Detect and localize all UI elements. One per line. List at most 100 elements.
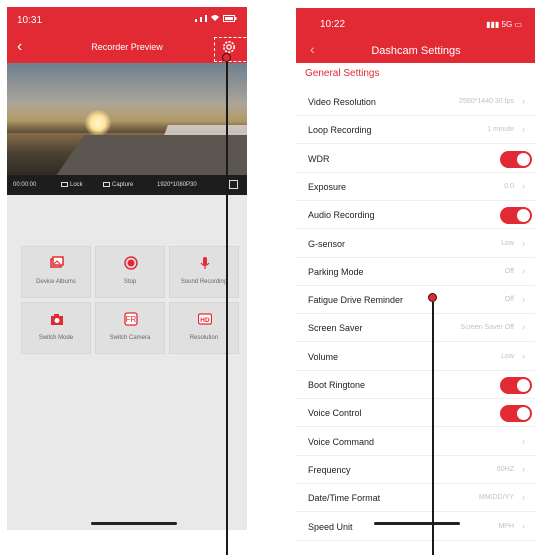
tile-label: Stop	[123, 279, 137, 285]
video-control-bar: 00:00:00 Lock Capture 1920*1080P30	[7, 175, 247, 195]
callout-dot-settings	[222, 53, 231, 62]
dashcam-settings-screen: 10:22 ▮▮▮ 5G ▭ ‹ Dashcam Settings Genera…	[296, 8, 535, 555]
section-title: General Settings	[305, 68, 380, 79]
chevron-right-icon: ›	[522, 294, 525, 305]
chevron-right-icon: ›	[522, 265, 525, 276]
settings-row-loop-recording[interactable]: Loop Recording 1 minute ›	[296, 116, 535, 145]
settings-row-frequency[interactable]: Frequency 60HZ ›	[296, 456, 535, 484]
setting-label: Speed Unit	[308, 521, 353, 532]
setting-value: Low	[501, 239, 514, 247]
setting-label: Loop Recording	[308, 125, 372, 136]
road	[49, 135, 247, 175]
wifi-icon	[211, 15, 219, 21]
battery-icon	[223, 15, 237, 22]
resolution-readout: 1920*1080P30	[157, 182, 197, 188]
toggle-switch[interactable]	[500, 150, 532, 168]
tile-stop[interactable]: Stop	[95, 246, 165, 298]
record-timer: 00:00:00	[13, 182, 37, 188]
setting-label: Voice Control	[308, 408, 362, 419]
signal-wifi-battery-icons	[195, 14, 237, 22]
callout-line-fatigue	[432, 302, 434, 555]
settings-row-exposure[interactable]: Exposure 0.0 ›	[296, 173, 535, 201]
settings-row-video-resolution[interactable]: Video Resolution 2560*1440 30 fps ›	[296, 88, 535, 116]
settings-row-screen-saver[interactable]: Screen Saver Screen Saver Off ›	[296, 314, 535, 343]
lock-button[interactable]: Lock	[61, 182, 83, 188]
tile-switch-camera[interactable]: FR Switch Camera	[95, 302, 165, 354]
lock-icon	[61, 182, 68, 187]
chevron-right-icon: ›	[522, 96, 525, 106]
tile-switch-mode[interactable]: Switch Mode	[21, 302, 91, 354]
header: 10:22 ▮▮▮ 5G ▭ ‹ Dashcam Settings	[296, 8, 535, 63]
setting-value: MM/DD/YY	[479, 494, 514, 502]
camera-icon	[51, 314, 63, 325]
status-bar: 10:31	[7, 7, 247, 33]
fullscreen-icon[interactable]	[229, 180, 238, 189]
settings-row-parking-mode[interactable]: Parking Mode Off ›	[296, 258, 535, 286]
settings-row-voice-control[interactable]: Voice Control	[296, 399, 535, 428]
tile-sound-recording[interactable]: Sound Recording	[169, 246, 239, 298]
settings-row-date-time-format[interactable]: Date/Time Format MM/DD/YY ›	[296, 484, 535, 513]
capture-button[interactable]: Capture	[103, 182, 133, 188]
settings-row-g-sensor[interactable]: G-sensor Low ›	[296, 230, 535, 258]
hd-icon: HD	[198, 313, 212, 325]
setting-label: Video Resolution	[308, 97, 376, 107]
setting-label: Voice Command	[308, 436, 375, 447]
setting-label: Parking Mode	[308, 266, 364, 277]
status-time: 10:22	[320, 19, 346, 30]
setting-value: Off	[504, 267, 514, 275]
tile-device-albums[interactable]: Device Albums	[21, 246, 91, 298]
setting-label: Exposure	[308, 181, 347, 192]
page-title: Recorder Preview	[91, 42, 163, 52]
chevron-right-icon: ›	[522, 435, 525, 446]
settings-row-boot-ringtone[interactable]: Boot Ringtone	[296, 371, 535, 399]
chevron-right-icon: ›	[522, 350, 525, 361]
setting-label: Frequency	[308, 464, 351, 475]
sun-glare	[85, 110, 111, 136]
nav-bar: ‹ Recorder Preview	[7, 33, 247, 63]
callout-line-settings	[226, 62, 228, 555]
mic-icon	[200, 257, 210, 269]
settings-row-speed-unit[interactable]: Speed Unit MPH ›	[296, 513, 535, 541]
status-network: ▮▮▮ 5G ▭	[486, 20, 522, 29]
chevron-right-icon: ›	[522, 124, 525, 135]
setting-label: Boot Ringtone	[308, 380, 366, 390]
setting-label: Date/Time Format	[308, 493, 381, 504]
setting-label: G-sensor	[308, 238, 346, 249]
chevron-right-icon: ›	[522, 520, 525, 531]
chevron-right-icon: ›	[522, 237, 525, 248]
chevron-right-icon: ›	[522, 492, 525, 503]
callout-dot-fatigue	[428, 293, 437, 302]
chevron-right-icon: ›	[522, 180, 525, 191]
settings-row-fatigue-drive-reminder[interactable]: Fatigue Drive Reminder Off ›	[296, 286, 535, 315]
recorder-preview-screen: 10:31 ‹ Recorder Preview 00:00:00 Lock C…	[7, 7, 247, 530]
svg-text:HD: HD	[200, 317, 210, 324]
home-indicator	[91, 522, 177, 525]
setting-value: Low	[501, 352, 514, 360]
setting-value: 1 minute	[487, 126, 514, 134]
camera-icon	[103, 182, 110, 187]
svg-text:FR: FR	[126, 315, 137, 324]
tile-resolution[interactable]: HD Resolution	[169, 302, 239, 354]
setting-label: Fatigue Drive Reminder	[308, 295, 404, 306]
tile-label: Switch Mode	[38, 335, 74, 341]
setting-label: Volume	[308, 351, 339, 362]
settings-row-audio-recording[interactable]: Audio Recording	[296, 201, 535, 230]
chevron-right-icon: ›	[522, 322, 525, 333]
settings-row-voice-command[interactable]: Voice Command ›	[296, 428, 535, 456]
live-video-preview	[7, 63, 247, 175]
setting-label: Screen Saver	[308, 323, 363, 334]
toggle-switch[interactable]	[500, 377, 532, 394]
tile-label: Device Albums	[36, 279, 76, 285]
toggle-switch[interactable]	[500, 405, 532, 423]
setting-value: Off	[504, 296, 514, 304]
tile-label: Switch Camera	[109, 335, 151, 341]
setting-value: MPH	[498, 522, 514, 530]
gallery-icon	[50, 256, 64, 268]
toggle-switch[interactable]	[500, 207, 532, 225]
page-title: Dashcam Settings	[371, 45, 461, 57]
settings-row-volume[interactable]: Volume Low ›	[296, 343, 535, 371]
switch-camera-icon: FR	[124, 312, 138, 326]
settings-row-wdr[interactable]: WDR	[296, 145, 535, 173]
chevron-right-icon: ›	[522, 463, 525, 474]
record-icon	[124, 256, 138, 270]
